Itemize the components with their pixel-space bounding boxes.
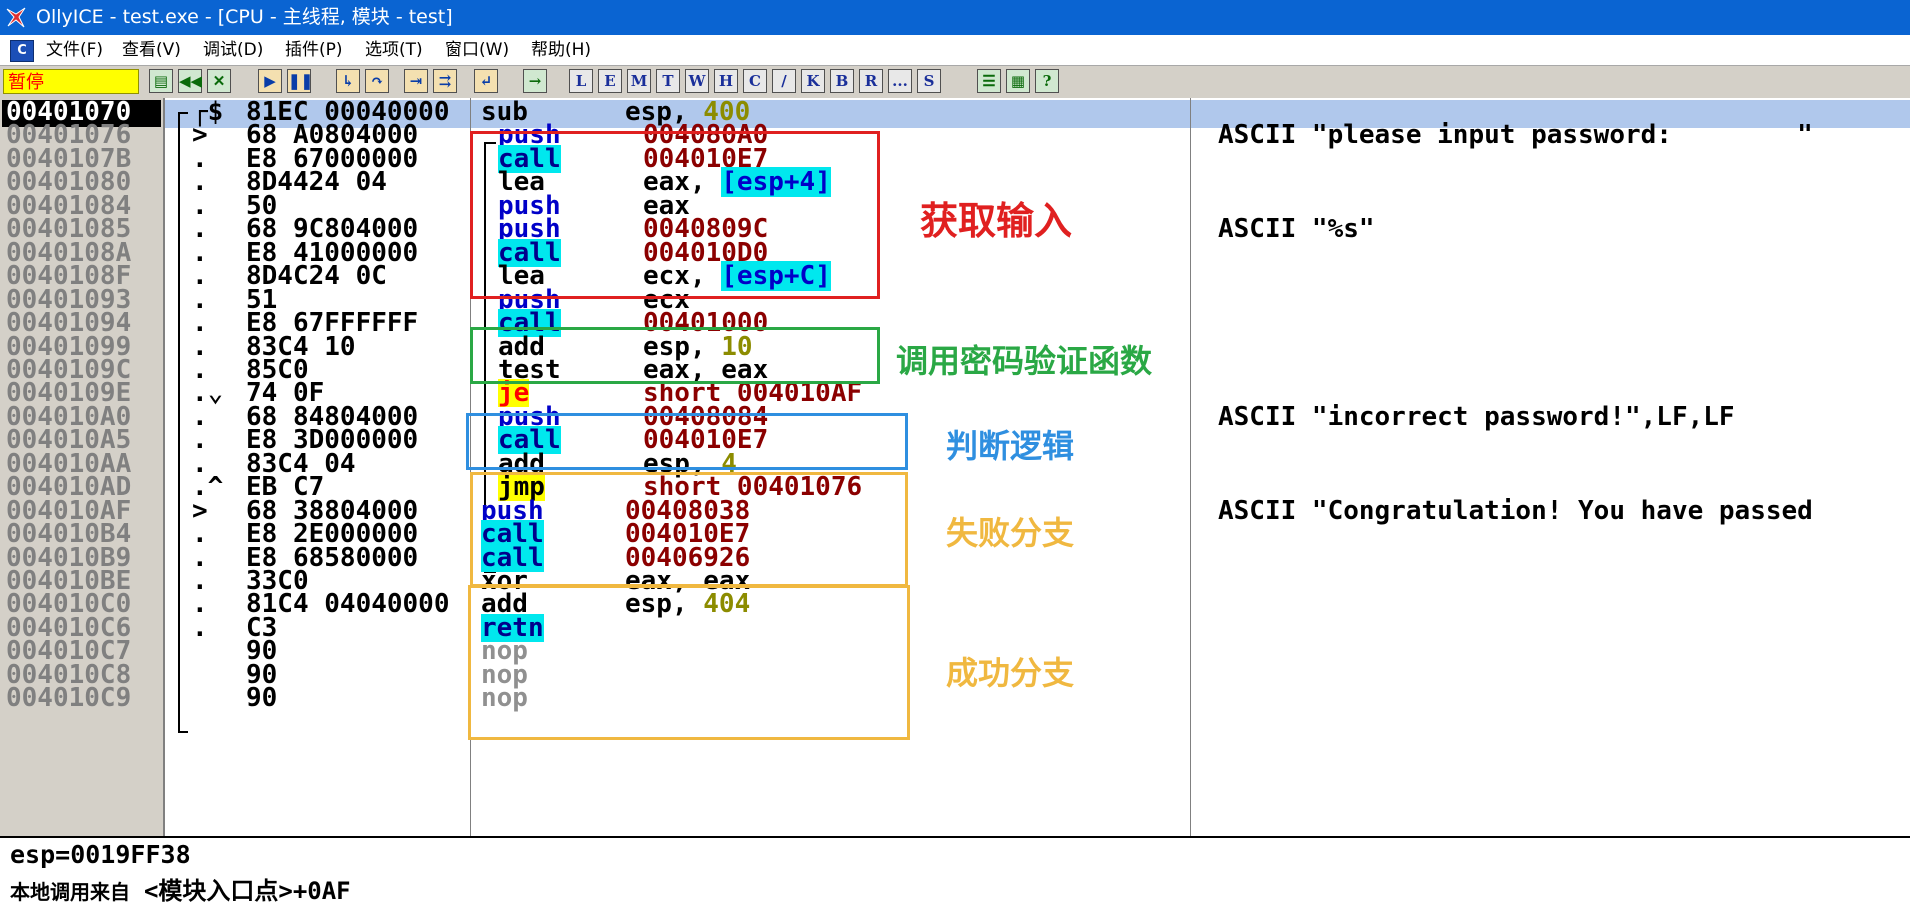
row-hex: 90: [246, 683, 278, 714]
log-window-button[interactable]: L: [569, 69, 593, 93]
execute-till-return-icon[interactable]: ↵: [474, 69, 498, 93]
references-window-button[interactable]: R: [859, 69, 883, 93]
call-origin-value: <模块入口点>+0AF: [143, 877, 351, 905]
handles-window-button[interactable]: H: [714, 69, 738, 93]
menu-file[interactable]: 文件(F): [46, 35, 103, 65]
memory-window-button[interactable]: M: [627, 69, 651, 93]
debugger-status: 暂停: [3, 69, 139, 94]
list-icon[interactable]: ☰: [977, 69, 1001, 93]
cpu-window-icon[interactable]: C: [10, 40, 34, 62]
patches-window-button[interactable]: /: [772, 69, 796, 93]
close-icon[interactable]: ✕: [207, 69, 231, 93]
get-input-annotation: 获取输入: [920, 199, 1073, 243]
cpu-disassembly-pane[interactable]: 00401070 ┌$ 81EC 00040000 sub esp, 400 004010…: [0, 98, 1910, 836]
success-branch-box: [468, 585, 910, 740]
pause-icon[interactable]: ❚❚: [287, 69, 313, 93]
call-verify-box: [470, 327, 880, 384]
app-logo-icon: [4, 5, 28, 29]
menu-window[interactable]: 窗口(W): [445, 35, 509, 65]
windows-window-button[interactable]: W: [685, 69, 709, 93]
open-icon[interactable]: ▤: [149, 69, 173, 93]
cpu-window-button[interactable]: C: [743, 69, 767, 93]
judge-logic-box: [466, 413, 908, 470]
run-trace-window-button[interactable]: ...: [888, 69, 912, 93]
success-branch-annotation: 成功分支: [946, 654, 1075, 692]
run-icon[interactable]: ▶: [258, 69, 282, 93]
step-into-icon[interactable]: ↳: [336, 69, 360, 93]
fail-branch-annotation: 失败分支: [946, 514, 1075, 552]
threads-window-button[interactable]: T: [656, 69, 680, 93]
row-address[interactable]: 004010C9: [6, 684, 131, 712]
call-origin-label: 本地调用来自: [10, 880, 130, 904]
fail-branch-box: [470, 472, 908, 587]
menu-options[interactable]: 选项(T): [365, 35, 423, 65]
source-window-button[interactable]: S: [917, 69, 941, 93]
trace-into-icon[interactable]: ⇥: [404, 69, 428, 93]
menu-debug[interactable]: 调试(D): [203, 35, 263, 65]
title-bar: OllyICE - test.exe - [CPU - 主线程, 模块 - te…: [0, 0, 1910, 35]
grid-icon[interactable]: ▦: [1006, 69, 1030, 93]
go-to-icon[interactable]: →: [523, 69, 547, 93]
modules-window-button[interactable]: E: [598, 69, 622, 93]
menu-help[interactable]: 帮助(H): [531, 35, 591, 65]
info-register-line: esp=0019FF38: [10, 840, 191, 869]
toolbar: 暂停 ▤ ◀◀ ✕ ▶ ❚❚ ↳ ↷ ⇥ ⇉ ↵ → L E M T W H C…: [0, 65, 1910, 99]
info-pane: esp=0019FF38 本地调用来自 <模块入口点>+0AF: [0, 836, 1910, 921]
step-over-icon[interactable]: ↷: [365, 69, 389, 93]
restart-icon[interactable]: ◀◀: [178, 69, 202, 93]
help-icon[interactable]: ?: [1035, 69, 1059, 93]
menu-view[interactable]: 查看(V): [122, 35, 181, 65]
menu-plugins[interactable]: 插件(P): [285, 35, 343, 65]
call-verify-annotation: 调用密码验证函数: [896, 342, 1153, 380]
window-title: OllyICE - test.exe - [CPU - 主线程, 模块 - te…: [36, 6, 453, 28]
judge-logic-annotation: 判断逻辑: [946, 427, 1075, 465]
trace-over-icon[interactable]: ⇉: [433, 69, 457, 93]
breakpoints-window-button[interactable]: B: [830, 69, 854, 93]
menu-bar: C 文件(F) 查看(V) 调试(D) 插件(P) 选项(T) 窗口(W) 帮助…: [0, 35, 1910, 65]
info-call-origin-line: 本地调用来自 <模块入口点>+0AF: [10, 871, 351, 906]
get-input-box: [470, 131, 880, 299]
call-stack-window-button[interactable]: K: [801, 69, 825, 93]
